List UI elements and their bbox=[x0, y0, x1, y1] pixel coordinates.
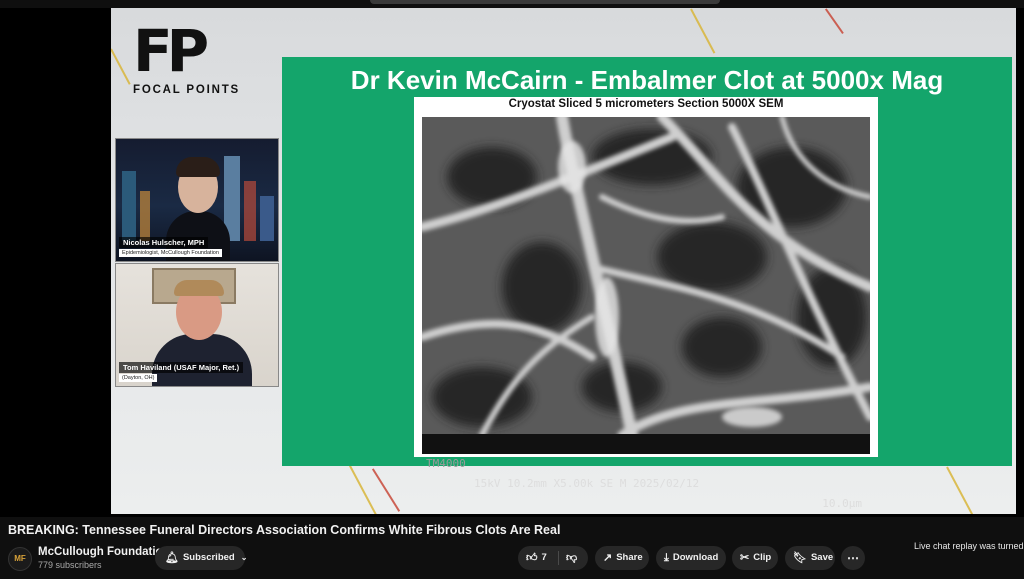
video-player[interactable]: FP FOCAL POINTS Nicolas Hulscher, MPH Ep… bbox=[0, 0, 1024, 517]
speaker-camera-1: Nicolas Hulscher, MPH Epidemiologist, Mc… bbox=[115, 138, 279, 262]
sem-label: TM4000 bbox=[426, 457, 466, 470]
logo-mark: FP bbox=[133, 17, 209, 85]
like-dislike-group: 👍︎ 7 👎︎ bbox=[518, 546, 588, 570]
clip-label: Clip bbox=[753, 552, 772, 563]
sem-info: 15kV 10.2mm X5.00k SE M 2025/02/12 bbox=[474, 477, 700, 490]
bookmark-icon: 🔖︎ bbox=[793, 552, 807, 564]
channel-avatar[interactable]: MF bbox=[8, 547, 32, 571]
speaker-2-body bbox=[152, 334, 252, 386]
sem-micrograph bbox=[422, 117, 870, 435]
share-button[interactable]: ↗ Share bbox=[595, 546, 649, 570]
download-icon: ⤓ bbox=[664, 552, 669, 564]
speaker-2-subtitle: (Dayton, OH) bbox=[119, 374, 158, 382]
save-label: Save bbox=[810, 552, 834, 563]
like-count: 7 bbox=[541, 552, 547, 563]
bg-streak bbox=[111, 48, 131, 85]
bell-icon: 🔔︎ bbox=[165, 552, 179, 564]
speaker-1-name: Nicolas Hulscher, MPH bbox=[119, 237, 209, 248]
save-button[interactable]: 🔖︎ Save bbox=[785, 546, 835, 570]
slide-title: Dr Kevin McCairn - Embalmer Clot at 5000… bbox=[350, 65, 944, 95]
like-button[interactable]: 👍︎ 7 bbox=[526, 546, 547, 570]
dislike-button[interactable]: 👎︎ bbox=[566, 546, 581, 570]
sem-texture bbox=[422, 117, 870, 435]
subscribed-label: Subscribed bbox=[182, 552, 235, 563]
more-icon: ⋯ bbox=[847, 551, 859, 565]
download-label: Download bbox=[672, 552, 719, 563]
share-icon: ↗ bbox=[603, 552, 613, 564]
thumbs-up-icon: 👍︎ bbox=[526, 552, 538, 564]
thumbs-down-icon: 👎︎ bbox=[566, 552, 578, 564]
sem-figure: Cryostat Sliced 5 micrometers Section 50… bbox=[414, 97, 878, 510]
speaker-1-hair bbox=[176, 157, 220, 177]
speaker-2-hair bbox=[174, 280, 224, 296]
city-building bbox=[244, 181, 256, 241]
top-handle bbox=[370, 0, 720, 4]
bg-streak bbox=[946, 466, 974, 514]
city-building bbox=[140, 191, 150, 241]
live-chat-notice: Live chat replay was turned o bbox=[914, 541, 1024, 551]
sem-info-bar: TM4000 15kV 10.2mm X5.00k SE M 2025/02/1… bbox=[422, 434, 870, 510]
subscribed-button[interactable]: 🔔︎ Subscribed ⌄ bbox=[155, 546, 248, 570]
sem-scale: 10.0μm bbox=[822, 497, 862, 510]
presentation-slide: Dr Kevin McCairn - Embalmer Clot at 5000… bbox=[282, 57, 1012, 510]
scissors-icon: ✂ bbox=[740, 552, 750, 564]
download-button[interactable]: ⤓ Download bbox=[656, 546, 726, 570]
more-actions-button[interactable]: ⋯ bbox=[841, 546, 865, 570]
channel-name[interactable]: McCullough Foundation bbox=[38, 546, 170, 558]
city-building bbox=[260, 196, 274, 241]
share-label: Share bbox=[616, 552, 643, 563]
logo-name: FOCAL POINTS bbox=[133, 84, 241, 96]
bg-streak bbox=[825, 8, 844, 34]
subscriber-count: 779 subscribers bbox=[38, 560, 102, 570]
like-divider bbox=[558, 551, 559, 565]
sem-caption: Cryostat Sliced 5 micrometers Section 50… bbox=[508, 98, 784, 110]
clip-button[interactable]: ✂ Clip bbox=[732, 546, 778, 570]
speaker-1-subtitle: Epidemiologist, McCullough Foundation bbox=[119, 249, 222, 257]
speaker-2-name: Tom Haviland (USAF Major, Ret.) bbox=[119, 362, 244, 373]
bg-streak bbox=[690, 8, 716, 54]
city-building bbox=[122, 171, 136, 241]
bg-streak bbox=[372, 468, 401, 512]
focal-points-logo: FP FOCAL POINTS bbox=[133, 22, 243, 96]
chevron-down-icon: ⌄ bbox=[240, 553, 248, 562]
speaker-camera-2: Tom Haviland (USAF Major, Ret.) (Dayton,… bbox=[115, 263, 279, 387]
broadcast-frame: FP FOCAL POINTS Nicolas Hulscher, MPH Ep… bbox=[111, 8, 1016, 514]
video-title: BREAKING: Tennessee Funeral Directors As… bbox=[8, 523, 561, 537]
